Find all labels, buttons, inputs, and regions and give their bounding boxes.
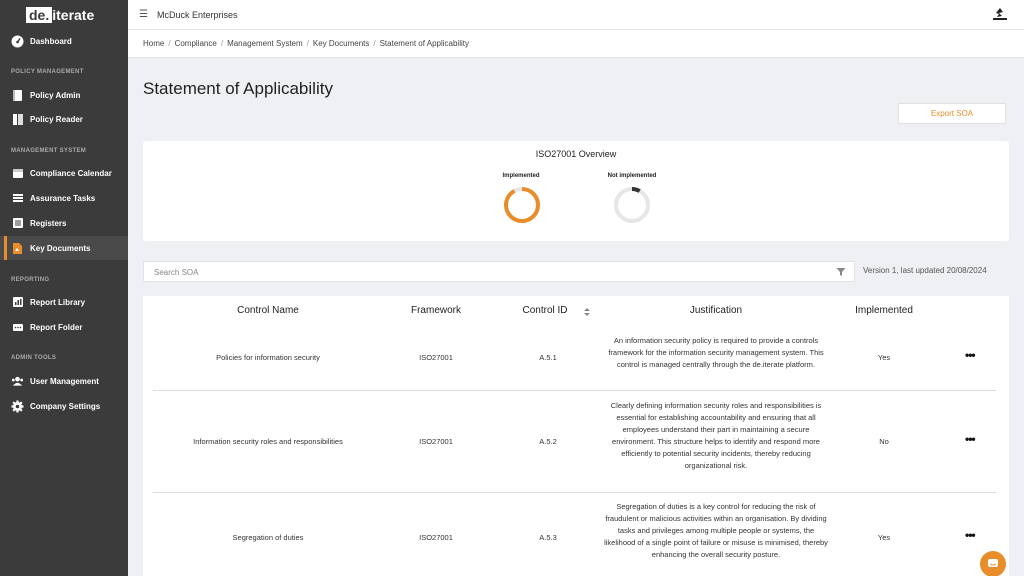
cell-control-id: A.5.2 bbox=[539, 437, 557, 446]
table-row[interactable]: Policies for information security ISO270… bbox=[153, 326, 996, 391]
header-justification: Justification bbox=[689, 305, 743, 316]
header-control-id[interactable]: Control ID bbox=[495, 305, 595, 316]
gear-icon bbox=[11, 400, 24, 413]
document-icon bbox=[11, 242, 24, 255]
sidebar-item-label: Compliance Calendar bbox=[30, 168, 112, 178]
sidebar-item-user-management[interactable]: User Management bbox=[0, 369, 128, 393]
breadcrumb-separator: / bbox=[168, 39, 171, 48]
chat-support-button[interactable] bbox=[980, 551, 1006, 576]
cell-justification: Clearly defining information security ro… bbox=[610, 401, 822, 470]
cell-implemented: Yes bbox=[877, 353, 891, 362]
sidebar-item-policy-reader[interactable]: Policy Reader bbox=[0, 107, 128, 131]
search-soa-field bbox=[143, 261, 855, 282]
library-icon bbox=[11, 296, 24, 309]
more-options-icon[interactable]: ••• bbox=[965, 432, 976, 446]
filter-icon[interactable] bbox=[836, 267, 846, 277]
cell-control-name: Policies for information security bbox=[216, 353, 320, 362]
overview-card: ISO27001 Overview Implemented Not implem… bbox=[143, 141, 1009, 241]
calendar-icon bbox=[11, 167, 24, 180]
sidebar: de. iterate Dashboard POLICY MANAGEMENT … bbox=[0, 0, 128, 576]
sidebar-item-label: Company Settings bbox=[30, 401, 101, 411]
sidebar-item-policy-admin[interactable]: Policy Admin bbox=[0, 83, 128, 107]
cell-implemented: No bbox=[879, 437, 889, 446]
logo-text: iterate bbox=[52, 7, 95, 23]
breadcrumb-bar: Home / Compliance / Management System / … bbox=[128, 30, 1024, 58]
sidebar-item-assurance-tasks[interactable]: Assurance Tasks bbox=[0, 186, 128, 210]
breadcrumb-separator: / bbox=[306, 39, 309, 48]
not-implemented-label: Not implemented bbox=[607, 173, 657, 179]
cell-control-name: Information security roles and responsib… bbox=[193, 437, 343, 446]
top-bar: ☰ McDuck Enterprises bbox=[128, 0, 1024, 30]
header-framework[interactable]: Framework bbox=[386, 305, 486, 316]
sidebar-item-report-library[interactable]: Report Library bbox=[0, 290, 128, 314]
cell-framework: ISO27001 bbox=[419, 437, 453, 446]
users-icon bbox=[11, 375, 24, 388]
tasks-icon bbox=[11, 192, 24, 205]
not-implemented-ring bbox=[614, 187, 650, 223]
more-options-icon[interactable]: ••• bbox=[965, 528, 976, 542]
company-logo-icon bbox=[993, 8, 1007, 20]
implemented-ring bbox=[504, 187, 540, 223]
sidebar-item-label: Policy Admin bbox=[30, 90, 81, 100]
header-implemented[interactable]: Implemented bbox=[833, 305, 935, 316]
reader-icon bbox=[11, 113, 24, 126]
sidebar-item-label: Policy Reader bbox=[30, 114, 83, 124]
breadcrumb-compliance[interactable]: Compliance bbox=[175, 39, 217, 48]
breadcrumb-separator: / bbox=[373, 39, 376, 48]
implemented-label: Implemented bbox=[502, 173, 540, 179]
sidebar-item-label: Report Library bbox=[30, 297, 86, 307]
page-title: Statement of Applicability bbox=[143, 79, 333, 98]
menu-icon[interactable]: ☰ bbox=[139, 9, 148, 20]
chat-icon bbox=[988, 559, 998, 567]
sidebar-item-label: User Management bbox=[30, 376, 99, 386]
sidebar-item-compliance-calendar[interactable]: Compliance Calendar bbox=[0, 161, 128, 185]
sidebar-item-label: Dashboard bbox=[30, 36, 72, 46]
soa-table: Control Name Framework Control ID Justif… bbox=[143, 296, 1009, 576]
breadcrumb-current: Statement of Applicability bbox=[379, 39, 469, 48]
book-icon bbox=[11, 89, 24, 102]
organization-name: McDuck Enterprises bbox=[157, 10, 238, 20]
section-policy-management: POLICY MANAGEMENT bbox=[11, 69, 84, 75]
app-logo[interactable]: de. iterate bbox=[26, 7, 94, 23]
breadcrumb-separator: / bbox=[220, 39, 224, 48]
cell-control-name: Segregation of duties bbox=[232, 533, 304, 542]
gauge-icon bbox=[11, 35, 24, 48]
cell-justification: Segregation of duties is a key control f… bbox=[604, 502, 828, 559]
sidebar-item-key-documents[interactable]: Key Documents bbox=[0, 236, 128, 260]
table-row[interactable]: Information security roles and responsib… bbox=[153, 391, 996, 493]
breadcrumb: Home / Compliance / Management System / … bbox=[143, 39, 469, 48]
sidebar-item-company-settings[interactable]: Company Settings bbox=[0, 394, 128, 418]
breadcrumb-home[interactable]: Home bbox=[143, 39, 164, 48]
sidebar-item-registers[interactable]: Registers bbox=[0, 211, 128, 235]
sidebar-item-label: Report Folder bbox=[30, 322, 83, 332]
sidebar-item-report-folder[interactable]: Report Folder bbox=[0, 315, 128, 339]
sidebar-item-label: Assurance Tasks bbox=[30, 193, 96, 203]
cell-implemented: Yes bbox=[877, 533, 891, 542]
more-options-icon[interactable]: ••• bbox=[965, 348, 976, 362]
logo-mark: de. bbox=[26, 7, 53, 23]
folder-icon bbox=[11, 321, 24, 334]
sidebar-item-label: Registers bbox=[30, 218, 67, 228]
table-row[interactable]: Segregation of duties ISO27001 A.5.3 Seg… bbox=[153, 493, 996, 576]
cell-control-id: A.5.1 bbox=[539, 353, 557, 362]
header-control-name[interactable]: Control Name bbox=[183, 305, 353, 316]
sidebar-item-label: Key Documents bbox=[30, 243, 91, 253]
cell-justification: An information security policy is requir… bbox=[608, 336, 824, 369]
section-management-system: MANAGEMENT SYSTEM bbox=[11, 148, 87, 154]
export-soa-button[interactable]: Export SOA bbox=[898, 103, 1006, 124]
breadcrumb-management-system[interactable]: Management System bbox=[227, 39, 303, 48]
cell-control-id: A.5.3 bbox=[539, 533, 557, 542]
section-reporting: REPORTING bbox=[11, 277, 50, 283]
cell-framework: ISO27001 bbox=[419, 353, 453, 362]
breadcrumb-key-documents[interactable]: Key Documents bbox=[313, 39, 369, 48]
cell-framework: ISO27001 bbox=[419, 533, 453, 542]
search-input[interactable] bbox=[154, 266, 804, 278]
sidebar-item-dashboard[interactable]: Dashboard bbox=[0, 29, 128, 53]
version-text: Version 1, last updated 20/08/2024 bbox=[863, 266, 987, 275]
sort-icon[interactable] bbox=[584, 308, 590, 316]
section-admin-tools: ADMIN TOOLS bbox=[11, 355, 57, 361]
overview-title: ISO27001 Overview bbox=[535, 149, 617, 159]
register-icon bbox=[11, 217, 24, 230]
implemented-ring-arc bbox=[504, 187, 540, 223]
